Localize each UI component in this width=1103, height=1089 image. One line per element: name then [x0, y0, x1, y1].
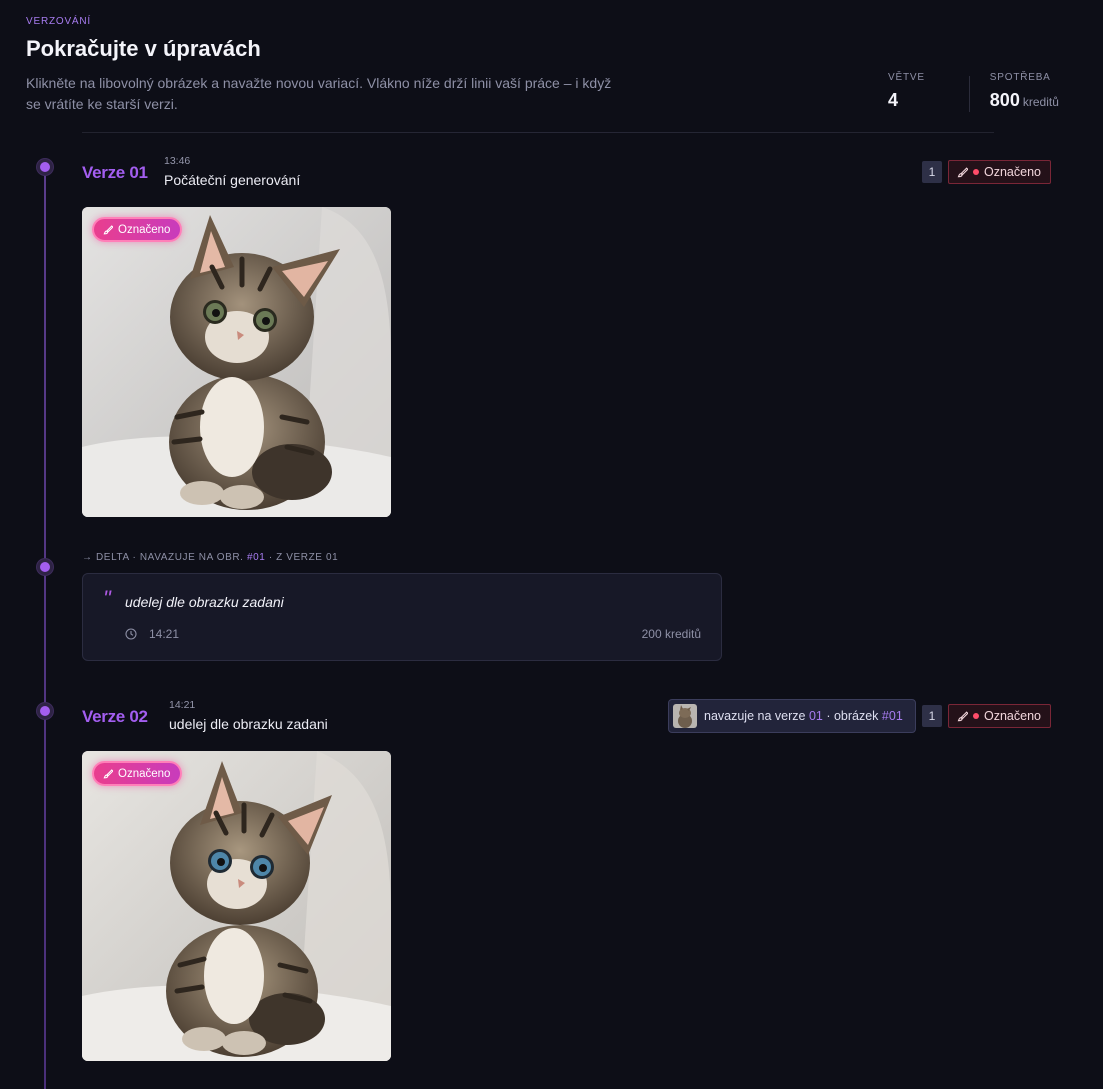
version-02-image[interactable]: Označeno	[82, 751, 391, 1061]
kitten-image-icon	[82, 207, 391, 517]
delta-header: → DELTA · NAVAZUJE NA OBR. #01 · Z VERZE…	[82, 552, 338, 563]
image-marked-pill[interactable]: Označeno	[92, 217, 183, 242]
timeline-line	[44, 168, 46, 1089]
brush-icon	[103, 768, 113, 778]
version-time: 13:46	[164, 155, 191, 167]
delta-card: " udelej dle obrazku zadani 14:21 200 kr…	[82, 573, 722, 661]
quote-icon: "	[103, 586, 111, 611]
delta-header-suffix: · Z VERZE 01	[268, 552, 339, 563]
kitten-image-icon	[82, 751, 391, 1061]
header-divider	[82, 132, 994, 133]
marked-tag-label: Označeno	[984, 165, 1041, 179]
timeline-dot-version-02	[37, 703, 53, 719]
stat-branches-value: 4	[888, 90, 899, 110]
stat-branches-label: VĚTVE	[888, 72, 925, 83]
delta-header-prefix: → DELTA · NAVAZUJE NA OBR.	[82, 552, 244, 563]
brush-icon	[957, 166, 968, 177]
image-count-badge[interactable]: 1	[922, 161, 942, 183]
timeline-dot-version-01	[37, 159, 53, 175]
image-count-badge[interactable]: 1	[922, 705, 942, 727]
stats-panel: VĚTVE 4 SPOTŘEBA 800 kreditů	[888, 72, 1059, 112]
stat-consumption-value: 800 kreditů	[990, 90, 1059, 111]
delta-header-image: #01	[246, 552, 266, 563]
image-marked-pill[interactable]: Označeno	[92, 761, 183, 786]
marked-tag-label: Označeno	[984, 709, 1041, 723]
kitten-thumbnail-icon	[673, 704, 697, 728]
parent-link-chip[interactable]: navazuje na verze 01 · obrázek #01	[668, 699, 916, 733]
parent-link-text: navazuje na verze 01 · obrázek #01	[704, 709, 903, 723]
version-label: Verze 02	[82, 707, 148, 726]
marked-status-dot	[973, 169, 979, 175]
parent-link-middle: · obrázek	[826, 709, 879, 723]
version-description: udelej dle obrazku zadani	[169, 716, 328, 732]
delta-prompt: udelej dle obrazku zadani	[125, 594, 284, 610]
page-title: Pokračujte v úpravách	[26, 36, 261, 61]
delta-credits: 200 kreditů	[641, 627, 701, 641]
brush-icon	[957, 710, 968, 721]
marked-tag[interactable]: Označeno	[948, 704, 1051, 728]
delta-time: 14:21	[149, 627, 180, 641]
image-marked-pill-label: Označeno	[118, 223, 171, 236]
parent-thumbnail	[673, 704, 697, 728]
image-marked-pill-label: Označeno	[118, 767, 171, 780]
parent-link-version: 01	[808, 709, 823, 723]
version-description: Počáteční generování	[164, 172, 301, 188]
timeline-dot-delta	[37, 559, 53, 575]
marked-tag[interactable]: Označeno	[948, 160, 1051, 184]
clock-icon	[125, 628, 137, 640]
stat-consumption: SPOTŘEBA 800 kreditů	[990, 72, 1059, 111]
parent-link-prefix: navazuje na verze	[704, 709, 806, 723]
stat-branches: VĚTVE 4	[888, 72, 925, 111]
stat-consumption-unit: kreditů	[1022, 95, 1059, 109]
brush-icon	[103, 224, 113, 234]
parent-link-image: #01	[881, 709, 903, 723]
page-eyebrow: VERZOVÁNÍ	[26, 16, 91, 27]
version-time: 14:21	[169, 699, 196, 711]
page-subtitle: Klikněte na libovolný obrázek a navažte …	[26, 75, 612, 112]
marked-status-dot	[973, 713, 979, 719]
stat-consumption-label: SPOTŘEBA	[989, 72, 1051, 83]
stats-divider	[968, 76, 970, 112]
stat-consumption-number: 800	[989, 90, 1020, 110]
version-01-image[interactable]: Označeno	[82, 207, 391, 517]
version-label: Verze 01	[82, 163, 148, 182]
